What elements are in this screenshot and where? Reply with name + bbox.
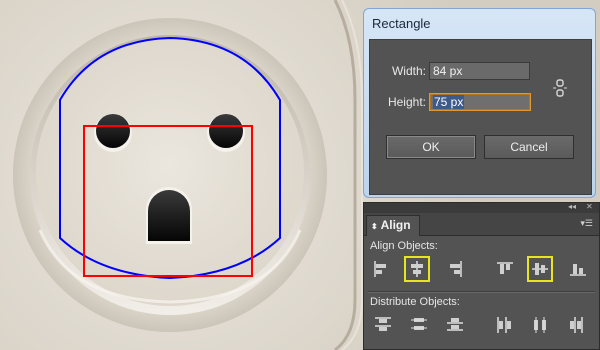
vertical-distribute-top-icon	[375, 317, 391, 331]
vertical-distribute-bottom-button[interactable]	[442, 312, 468, 338]
horizontal-align-right-icon	[450, 261, 462, 277]
horizontal-align-right-button[interactable]	[442, 256, 468, 282]
vertical-distribute-bottom-icon	[447, 318, 463, 331]
horizontal-align-left-icon	[374, 261, 386, 277]
horizontal-distribute-center-icon	[534, 317, 546, 333]
width-label: Width:	[391, 64, 426, 78]
horizontal-distribute-right-icon	[570, 317, 583, 333]
height-label: Height:	[387, 95, 426, 109]
vertical-align-top-icon	[497, 262, 513, 274]
distribute-objects-label: Distribute Objects:	[370, 296, 460, 308]
vertical-distribute-center-icon	[411, 318, 427, 330]
vertical-align-bottom-button[interactable]	[565, 256, 591, 282]
ok-button[interactable]: OK	[386, 135, 476, 159]
panel-title-bar[interactable]: ◂◂ ✕	[364, 202, 599, 213]
dialog-title: Rectangle	[372, 16, 431, 31]
horizontal-align-center-icon	[411, 261, 423, 277]
height-field[interactable]: 75 px	[429, 93, 531, 111]
horizontal-distribute-right-button[interactable]	[564, 312, 590, 338]
collapse-panel-icon[interactable]: ◂◂	[568, 202, 576, 211]
vertical-align-center-button[interactable]	[527, 256, 553, 282]
tab-align[interactable]: ⬍ Align	[366, 215, 420, 236]
pin-hole-left	[96, 114, 130, 148]
panel-divider	[368, 291, 595, 293]
panel-menu-icon[interactable]: ▾☰	[580, 218, 593, 229]
horizontal-align-left-button[interactable]	[368, 256, 394, 282]
width-field[interactable]: 84 px	[429, 62, 530, 80]
vertical-align-top-button[interactable]	[492, 256, 518, 282]
vertical-distribute-center-button[interactable]	[406, 312, 432, 338]
horizontal-align-center-button[interactable]	[404, 256, 430, 282]
vertical-align-center-icon	[532, 263, 548, 275]
pin-hole-right	[209, 114, 243, 148]
horizontal-distribute-center-button[interactable]	[528, 312, 554, 338]
vertical-align-bottom-icon	[570, 264, 586, 276]
horizontal-distribute-left-button[interactable]	[492, 312, 518, 338]
close-panel-icon[interactable]: ✕	[586, 202, 593, 211]
ground-hole	[148, 190, 190, 241]
link-constrain-icon[interactable]	[553, 79, 567, 97]
align-objects-label: Align Objects:	[370, 240, 438, 252]
panel-tab-row: ⬍ Align ▾☰	[364, 213, 599, 236]
vertical-distribute-top-button[interactable]	[370, 312, 396, 338]
panel-collapse-arrows-icon: ⬍	[371, 222, 378, 231]
horizontal-distribute-left-icon	[497, 317, 511, 333]
cancel-button[interactable]: Cancel	[484, 135, 574, 159]
